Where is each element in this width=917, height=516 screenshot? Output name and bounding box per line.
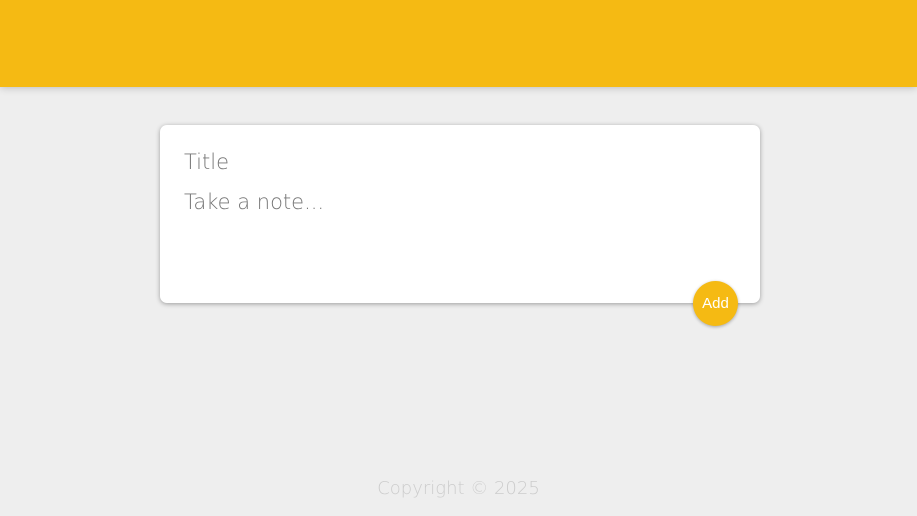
title-input[interactable] xyxy=(184,145,734,179)
app-footer: Copyright © 2025 xyxy=(0,478,917,499)
note-content-input[interactable] xyxy=(184,185,734,285)
add-note-button[interactable]: Add xyxy=(693,281,738,326)
create-note-form xyxy=(160,125,760,303)
app-header xyxy=(0,0,917,87)
copyright-text: Copyright © 2025 xyxy=(377,478,540,499)
